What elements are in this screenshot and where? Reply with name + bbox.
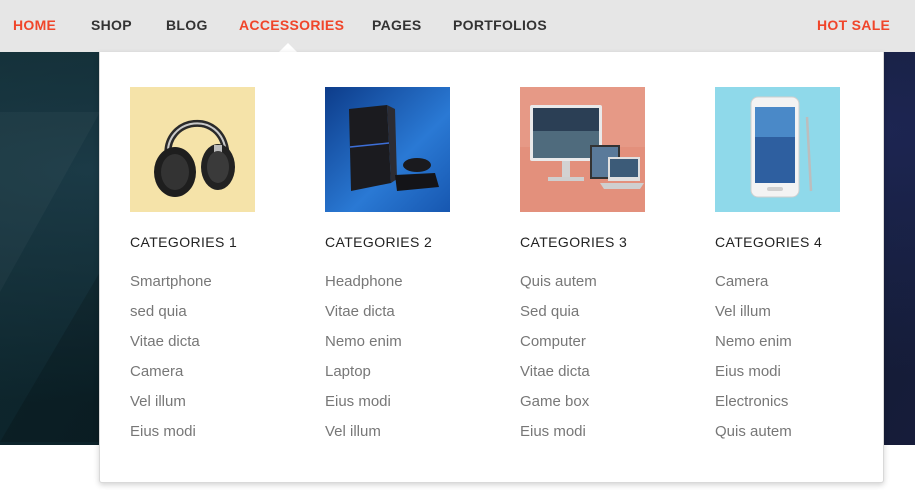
menu-link[interactable]: Vitae dicta [325,302,475,332]
menu-link[interactable]: Sed quia [520,302,670,332]
column-links: Camera Vel illum Nemo enim Eius modi Ele… [715,272,865,452]
column-title[interactable]: CATEGORIES 3 [520,234,670,250]
nav-portfolios[interactable]: PORTFOLIOS [453,17,547,33]
nav-pages[interactable]: PAGES [372,17,421,33]
menu-link[interactable]: sed quia [130,302,280,332]
main-navbar: HOME SHOP BLOG ACCESSORIES PAGES PORTFOL… [0,0,915,53]
smartphone-image[interactable] [715,87,840,212]
menu-link[interactable]: Camera [130,362,280,392]
column-links: Smartphone sed quia Vitae dicta Camera V… [130,272,280,452]
nav-hot-sale[interactable]: HOT SALE [817,17,890,33]
column-links: Quis autem Sed quia Computer Vitae dicta… [520,272,670,452]
menu-link[interactable]: Smartphone [130,272,280,302]
menu-link[interactable]: Eius modi [130,422,280,452]
menu-link[interactable]: Headphone [325,272,475,302]
accessories-mega-menu: CATEGORIES 1 Smartphone sed quia Vitae d… [99,52,884,483]
menu-link[interactable]: Vel illum [715,302,865,332]
menu-column-2: CATEGORIES 2 Headphone Vitae dicta Nemo … [325,87,475,452]
menu-link[interactable]: Laptop [325,362,475,392]
computer-devices-image[interactable] [520,87,645,212]
menu-link[interactable]: Camera [715,272,865,302]
column-title[interactable]: CATEGORIES 2 [325,234,475,250]
column-title[interactable]: CATEGORIES 4 [715,234,865,250]
menu-link[interactable]: Eius modi [520,422,670,452]
menu-link[interactable]: Nemo enim [325,332,475,362]
menu-link[interactable]: Eius modi [325,392,475,422]
headphones-image[interactable] [130,87,255,212]
nav-accessories[interactable]: ACCESSORIES [239,17,344,33]
nav-home[interactable]: HOME [13,17,56,33]
column-links: Headphone Vitae dicta Nemo enim Laptop E… [325,272,475,452]
nav-shop[interactable]: SHOP [91,17,132,33]
menu-link[interactable]: Quis autem [715,422,865,452]
menu-link[interactable]: Vitae dicta [520,362,670,392]
menu-link[interactable]: Eius modi [715,362,865,392]
menu-column-1: CATEGORIES 1 Smartphone sed quia Vitae d… [130,87,280,452]
menu-column-4: CATEGORIES 4 Camera Vel illum Nemo enim … [715,87,865,452]
menu-link[interactable]: Computer [520,332,670,362]
menu-link[interactable]: Vitae dicta [130,332,280,362]
menu-column-3: CATEGORIES 3 Quis autem Sed quia Compute… [520,87,670,452]
menu-link[interactable]: Vel illum [325,422,475,452]
column-title[interactable]: CATEGORIES 1 [130,234,280,250]
menu-link[interactable]: Game box [520,392,670,422]
game-console-image[interactable] [325,87,450,212]
menu-link[interactable]: Electronics [715,392,865,422]
nav-blog[interactable]: BLOG [166,17,208,33]
menu-link[interactable]: Quis autem [520,272,670,302]
menu-link[interactable]: Nemo enim [715,332,865,362]
menu-link[interactable]: Vel illum [130,392,280,422]
